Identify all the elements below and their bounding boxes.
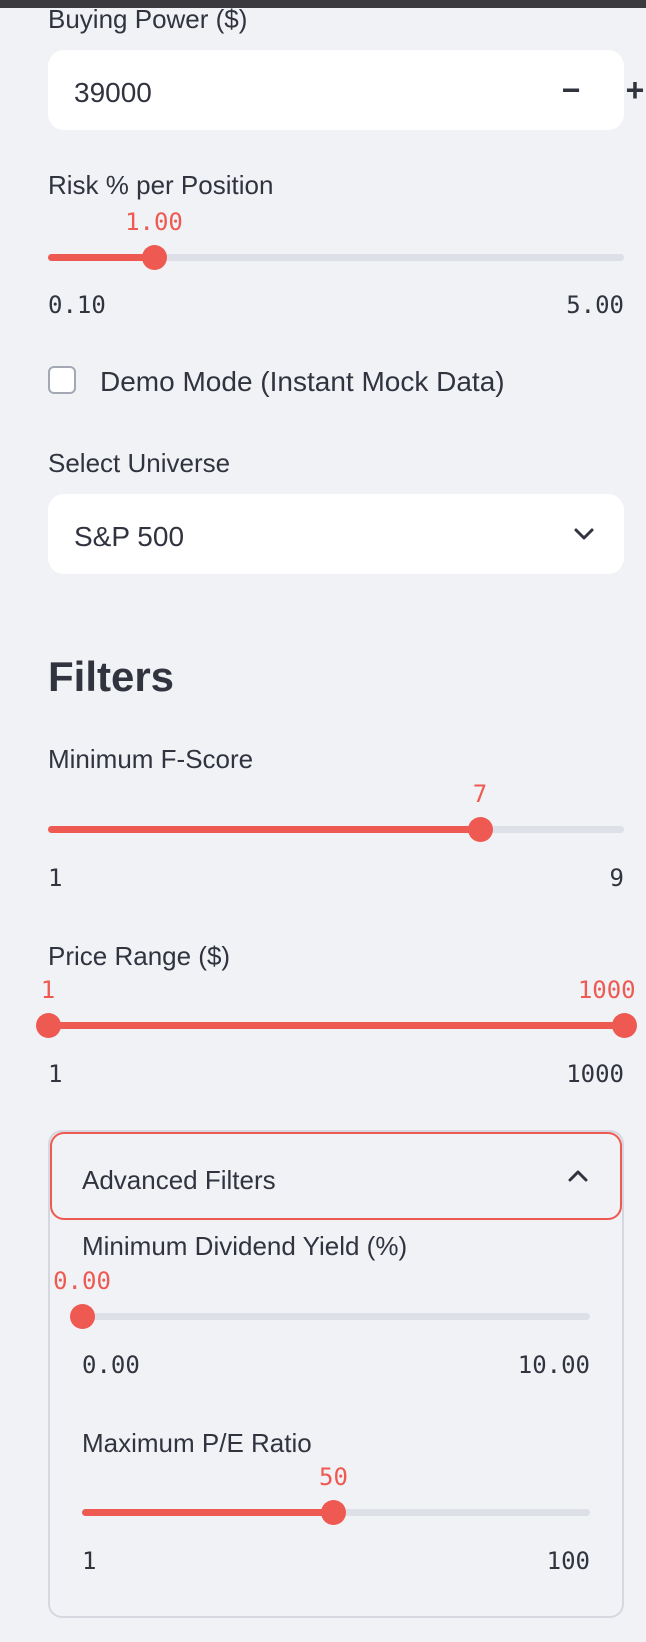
buying-power-value[interactable]: 39000 — [74, 77, 152, 109]
buying-power-input[interactable]: 39000 − + — [48, 50, 644, 130]
price-range-high-value: 1000 — [577, 976, 636, 1004]
price-range-max-label: 1000 — [566, 1060, 624, 1088]
fscore-label: Minimum F-Score — [48, 744, 254, 774]
universe-label: Select Universe — [48, 448, 231, 478]
fscore-slider[interactable]: 7 — [48, 782, 624, 842]
price-range-low-value: 1 — [40, 976, 56, 1004]
price-range-slider[interactable]: 1 1000 — [36, 978, 637, 1038]
universe-select-value[interactable]: S&P 500 — [74, 521, 184, 553]
risk-slider-fill — [48, 254, 154, 261]
demo-mode-checkbox[interactable] — [48, 366, 76, 394]
risk-label: Risk % per Position — [48, 170, 274, 200]
price-range-low-thumb[interactable] — [36, 1013, 61, 1038]
risk-slider-thumb[interactable] — [141, 245, 167, 270]
chevron-up-icon[interactable] — [564, 1162, 592, 1190]
pe-slider-value: 50 — [319, 1463, 348, 1491]
price-range-min-label: 1 — [48, 1060, 63, 1088]
buying-power-label: Buying Power ($) — [48, 4, 248, 34]
risk-slider[interactable]: 1.00 — [48, 210, 624, 270]
price-range-fill — [48, 1022, 624, 1029]
risk-min-label: 0.10 — [48, 291, 106, 319]
fscore-max-label: 9 — [609, 864, 624, 892]
pe-max-label: 100 — [546, 1547, 590, 1575]
decrement-button[interactable]: − — [549, 68, 593, 112]
dividend-slider-thumb[interactable] — [70, 1304, 95, 1329]
pe-slider-fill — [82, 1509, 334, 1516]
pe-min-label: 1 — [82, 1547, 97, 1575]
dividend-min-label: 0.00 — [82, 1351, 140, 1379]
fscore-slider-value: 7 — [472, 780, 488, 808]
price-range-label: Price Range ($) — [48, 941, 231, 971]
fscore-slider-thumb[interactable] — [468, 817, 493, 842]
risk-slider-value: 1.00 — [125, 208, 183, 236]
dividend-slider-value: 0.00 — [53, 1267, 111, 1295]
increment-button[interactable]: + — [613, 68, 646, 112]
fscore-min-label: 1 — [48, 864, 63, 892]
pe-slider[interactable]: 50 — [82, 1465, 590, 1525]
dividend-label: Minimum Dividend Yield (%) — [82, 1231, 408, 1261]
filters-heading: Filters — [48, 653, 175, 700]
chevron-down-icon[interactable] — [570, 520, 598, 548]
price-range-high-thumb[interactable] — [612, 1013, 637, 1038]
risk-max-label: 5.00 — [566, 291, 624, 319]
dividend-slider[interactable]: 0.00 — [53, 1269, 590, 1329]
pe-label: Maximum P/E Ratio — [82, 1428, 312, 1458]
advanced-filters-label: Advanced Filters — [82, 1165, 276, 1195]
fscore-slider-fill — [48, 826, 480, 833]
dividend-max-label: 10.00 — [517, 1351, 590, 1379]
universe-select[interactable]: S&P 500 — [48, 494, 624, 574]
demo-mode-label[interactable]: Demo Mode (Instant Mock Data) — [100, 368, 505, 396]
advanced-filters-header[interactable]: Advanced Filters — [50, 1132, 622, 1220]
